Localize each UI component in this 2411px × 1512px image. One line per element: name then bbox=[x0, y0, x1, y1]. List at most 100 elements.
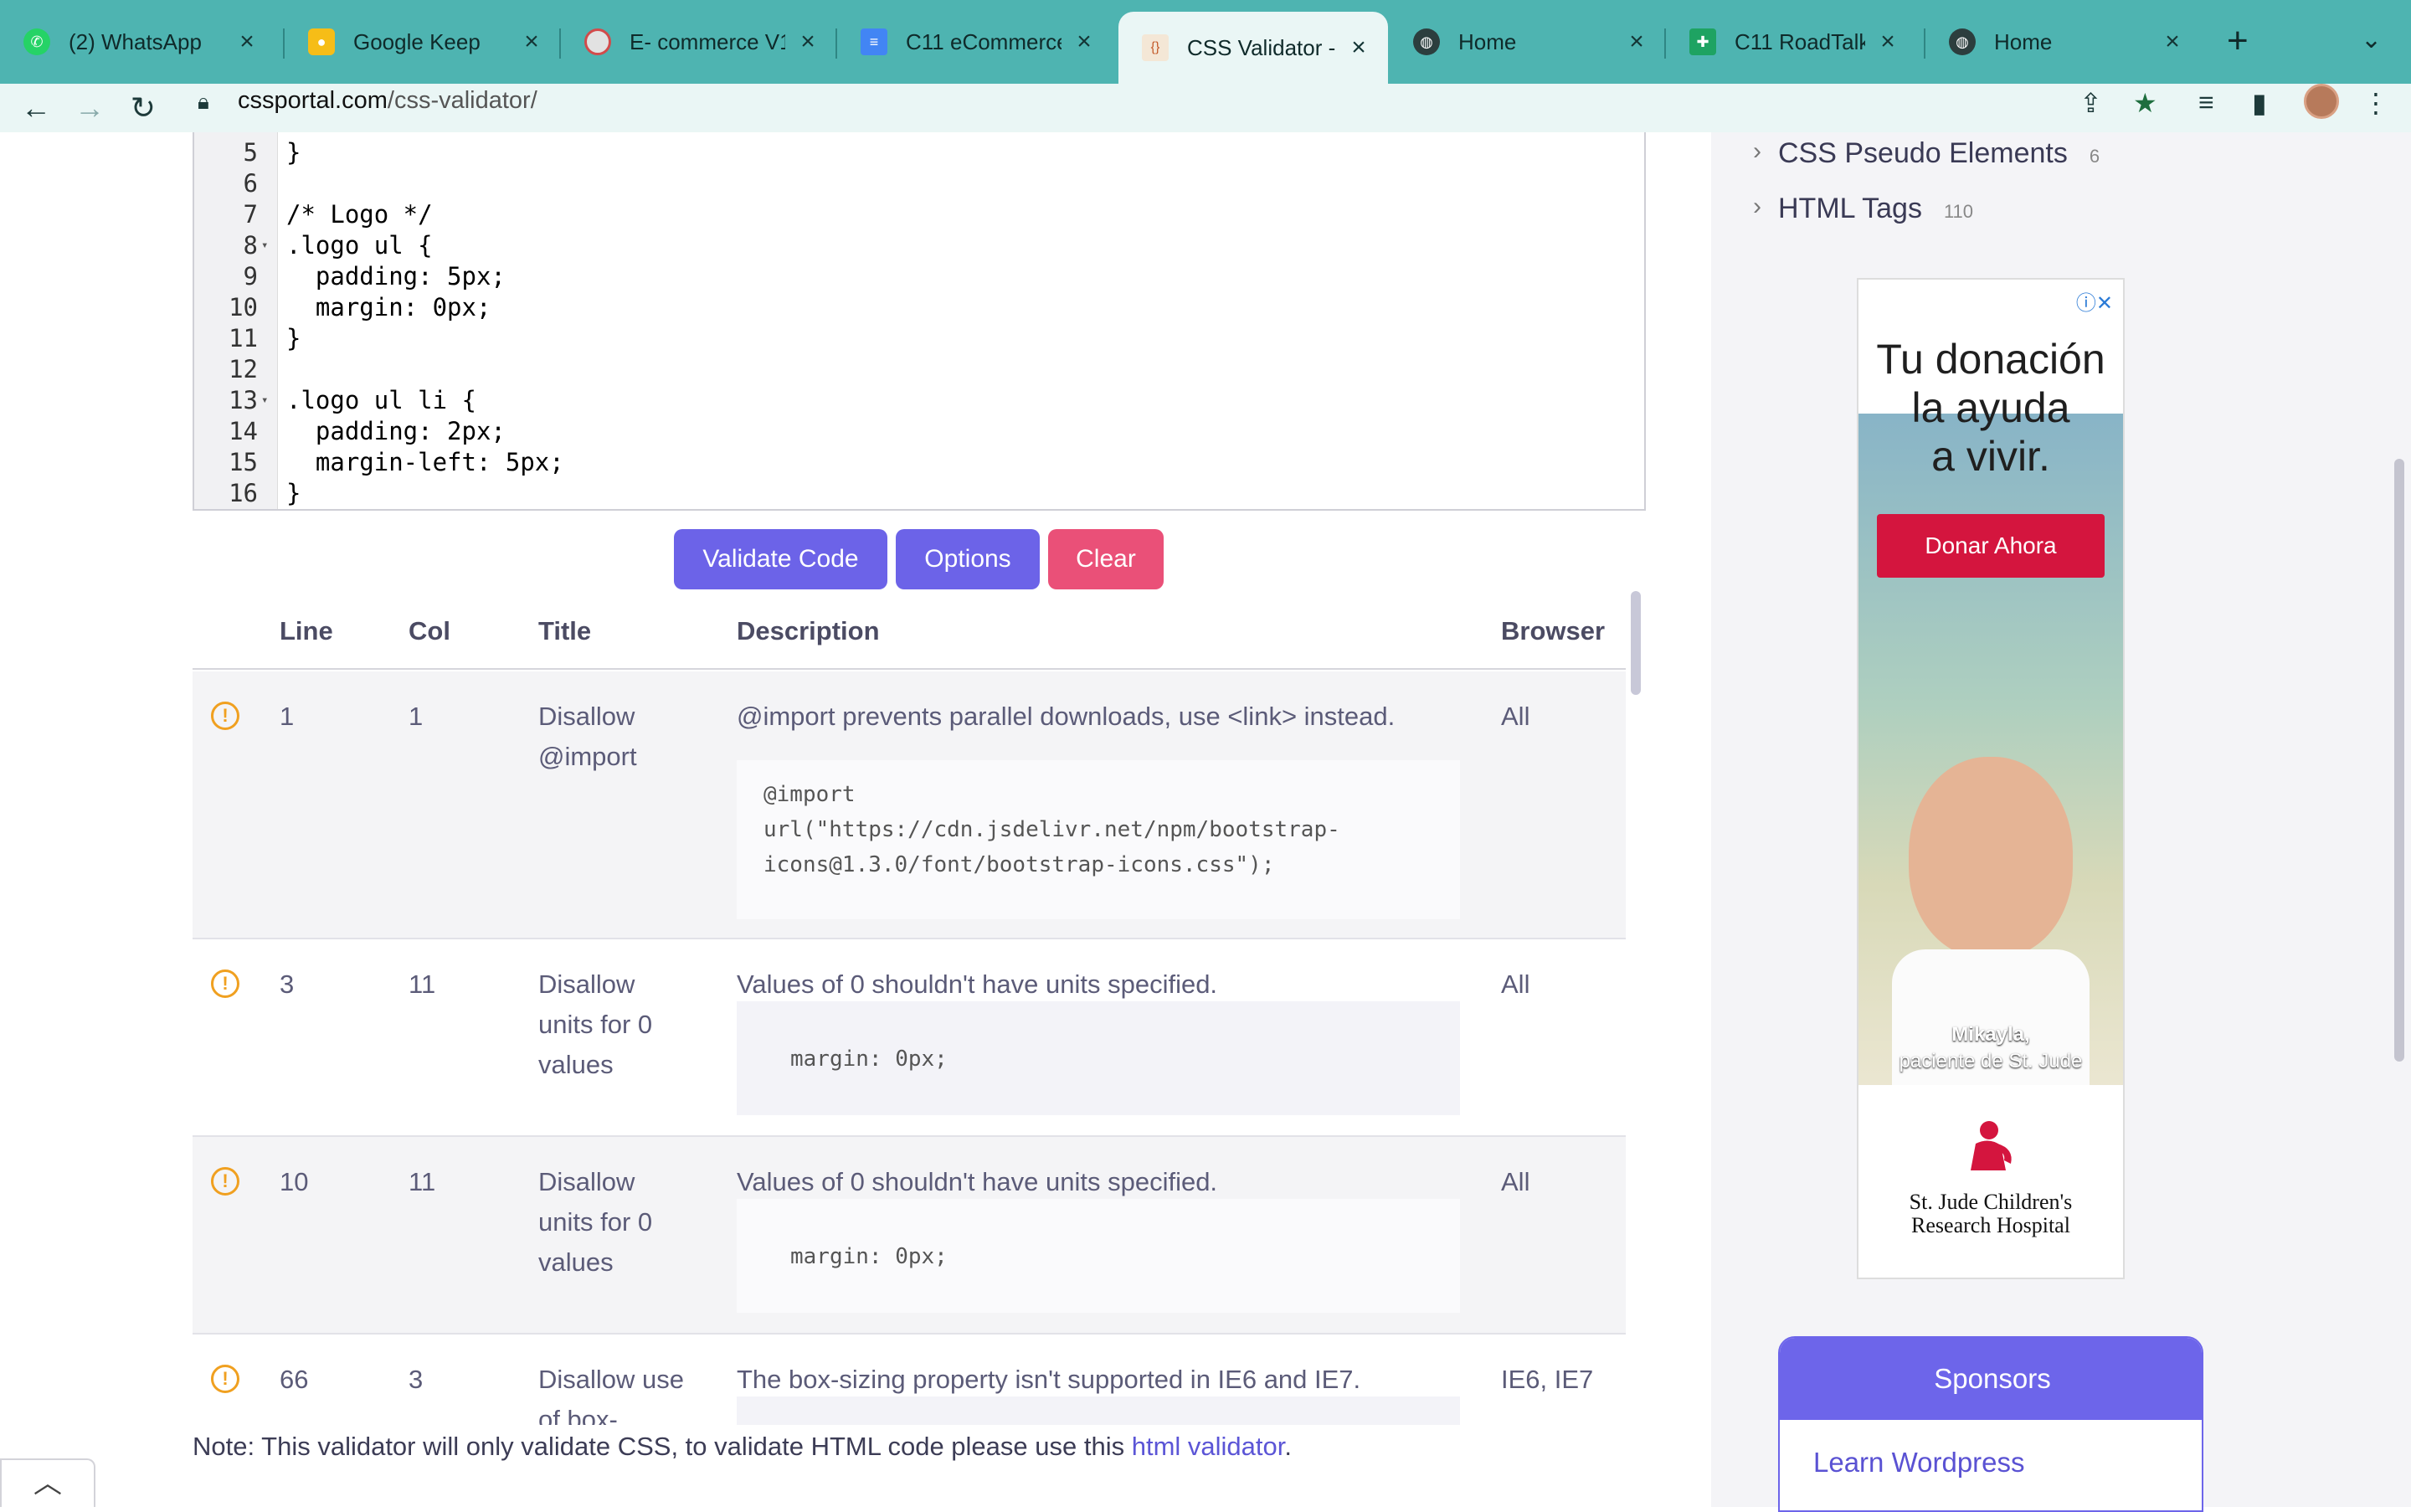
chevron-down-icon[interactable]: ⌄ bbox=[2361, 25, 2382, 54]
tab-label: C11 RoadTalks Sc bbox=[1735, 28, 1865, 54]
code-line: 8 ▾ .logo ul { bbox=[243, 230, 433, 261]
warning-icon: ! bbox=[211, 702, 239, 730]
back-icon[interactable]: ← bbox=[17, 89, 55, 127]
reload-icon[interactable]: ↻ bbox=[124, 89, 162, 127]
url-domain: cssportal.com bbox=[238, 87, 388, 114]
column-header-title[interactable]: Title bbox=[538, 616, 591, 646]
tab-label: (2) WhatsApp bbox=[69, 28, 202, 54]
column-header-browser[interactable]: Browser bbox=[1501, 616, 1605, 646]
code-line: 9 padding: 5px; bbox=[243, 262, 506, 291]
sidebar-item-label: CSS Pseudo Elements bbox=[1778, 137, 2068, 169]
tab-label: C11 eCommerce - bbox=[906, 28, 1062, 54]
whatsapp-icon: ✆ bbox=[23, 28, 50, 55]
row-description: The box-sizing property isn't supported … bbox=[737, 1365, 1361, 1394]
tab-ecommerce[interactable]: E- commerce V1 × bbox=[561, 12, 837, 72]
cssportal-icon: {} bbox=[1142, 34, 1169, 61]
st-jude-logo-icon bbox=[1971, 1121, 2012, 1170]
row-browser: All bbox=[1501, 1167, 1530, 1196]
code-line: 13 ▾ .logo ul li { bbox=[229, 385, 476, 416]
scroll-to-top-button[interactable]: ︿ bbox=[0, 1458, 95, 1507]
bookmark-star-icon[interactable]: ★ bbox=[2133, 87, 2157, 119]
code-line: 5} bbox=[243, 138, 301, 167]
options-button[interactable]: Options bbox=[896, 529, 1040, 589]
row-title: Disallow @import bbox=[538, 702, 637, 771]
row-browser: All bbox=[1501, 702, 1530, 731]
tab-label: E- commerce V1 bbox=[630, 28, 785, 54]
row-line: 1 bbox=[280, 702, 295, 731]
close-icon[interactable]: × bbox=[1624, 28, 1649, 56]
ad-organization: St. Jude Children's Research Hospital bbox=[1909, 1190, 2073, 1237]
close-icon[interactable]: × bbox=[1346, 33, 1371, 62]
code-line: 14 padding: 2px; bbox=[229, 417, 506, 445]
new-tab-icon[interactable]: + bbox=[2227, 20, 2249, 62]
tab-css-validator[interactable]: {} CSS Validator - C × bbox=[1118, 12, 1388, 84]
code-line: 7/* Logo */ bbox=[243, 200, 433, 229]
row-description: Values of 0 shouldn't have units specifi… bbox=[737, 1167, 1218, 1196]
warning-icon: ! bbox=[211, 969, 239, 998]
close-icon[interactable]: × bbox=[795, 28, 820, 56]
html-validator-link[interactable]: html validator bbox=[1132, 1432, 1285, 1461]
docs-icon: ≡ bbox=[861, 28, 887, 55]
learn-wordpress-link[interactable]: Learn Wordpress bbox=[1813, 1447, 2025, 1479]
row-col: 3 bbox=[409, 1365, 424, 1394]
page-scrollbar[interactable] bbox=[2394, 459, 2404, 1062]
row-col: 11 bbox=[409, 1167, 436, 1196]
tab-label: Home bbox=[1994, 28, 2053, 54]
validate-code-button[interactable]: Validate Code bbox=[674, 529, 887, 589]
row-title: Disallow units for 0 values bbox=[538, 1167, 653, 1277]
keep-icon: ● bbox=[308, 28, 335, 55]
tab-roadtalks[interactable]: ✚ C11 RoadTalks Sc × bbox=[1666, 12, 1917, 72]
close-icon[interactable]: × bbox=[1875, 28, 1900, 56]
avatar[interactable] bbox=[2304, 84, 2339, 119]
forward-icon[interactable]: → bbox=[70, 89, 109, 127]
close-icon[interactable]: × bbox=[519, 28, 544, 56]
sidebar-item-html-tags[interactable]: › HTML Tags 110 bbox=[1753, 193, 1973, 225]
ad-child-face bbox=[1909, 757, 2073, 958]
table-row: ! 66 3 Disallow use of box- The box-sizi… bbox=[193, 1335, 1626, 1425]
globe-icon: ◍ bbox=[1413, 28, 1440, 55]
donate-button[interactable]: Donar Ahora bbox=[1877, 514, 2105, 578]
sidebar-item-label: HTML Tags bbox=[1778, 193, 1922, 224]
close-icon[interactable]: × bbox=[234, 28, 260, 56]
share-icon[interactable]: ⇪ bbox=[2079, 87, 2102, 119]
sidebar-item-css-pseudo-elements[interactable]: › CSS Pseudo Elements 6 bbox=[1753, 137, 2100, 170]
tab-home-2[interactable]: ◍ Home × bbox=[1925, 12, 2202, 72]
url-path: /css-validator/ bbox=[387, 87, 537, 114]
tab-c11-ecommerce[interactable]: ≡ C11 eCommerce - × bbox=[837, 12, 1113, 72]
media-control-icon[interactable]: ≡ bbox=[2198, 87, 2214, 118]
column-header-col[interactable]: Col bbox=[409, 616, 450, 646]
tab-label: Home bbox=[1458, 28, 1517, 54]
note-text: Note: This validator will only validate … bbox=[193, 1432, 1132, 1461]
tab-label: CSS Validator - C bbox=[1187, 34, 1336, 60]
tab-label: Google Keep bbox=[353, 28, 481, 54]
results-scrollbar[interactable] bbox=[1631, 591, 1641, 695]
chevron-up-icon: ︿ bbox=[33, 1468, 62, 1499]
table-row: ! 10 11 Disallow units for 0 values Valu… bbox=[193, 1137, 1626, 1335]
side-panel-icon[interactable]: ▮ bbox=[2252, 87, 2267, 119]
clear-button[interactable]: Clear bbox=[1048, 529, 1164, 589]
donation-ad[interactable]: ⓘ✕ Tu donación la ayuda a vivir. Donar A… bbox=[1857, 278, 2125, 1279]
warning-icon: ! bbox=[211, 1167, 239, 1196]
fold-arrow-icon[interactable]: ▾ bbox=[261, 385, 268, 416]
row-description: Values of 0 shouldn't have units specifi… bbox=[737, 969, 1218, 999]
column-header-description[interactable]: Description bbox=[737, 616, 880, 646]
column-header-line[interactable]: Line bbox=[280, 616, 333, 646]
code-snippet: margin: 0px; bbox=[737, 1001, 1460, 1115]
tab-home-1[interactable]: ◍ Home × bbox=[1390, 12, 1666, 72]
tab-whatsapp[interactable]: ✆ (2) WhatsApp × bbox=[0, 12, 276, 72]
ad-info-icon[interactable]: ⓘ✕ bbox=[2076, 286, 2113, 316]
address-bar[interactable]: cssportal.com/css-validator/ bbox=[238, 87, 537, 115]
table-row: ! 1 1 Disallow @import @import prevents … bbox=[193, 671, 1626, 939]
tab-google-keep[interactable]: ● Google Keep × bbox=[285, 12, 561, 72]
more-menu-icon[interactable]: ⋮ bbox=[2362, 87, 2389, 119]
globe-icon: ◍ bbox=[1949, 28, 1976, 55]
close-icon[interactable]: × bbox=[2160, 28, 2185, 56]
row-line: 10 bbox=[280, 1167, 309, 1196]
css-code-editor[interactable]: 5} 6 7/* Logo */ 8 ▾ .logo ul { 9 padding:… bbox=[193, 132, 1646, 511]
chevron-right-icon: › bbox=[1753, 193, 1761, 220]
close-icon[interactable]: × bbox=[1072, 28, 1097, 56]
code-line: 11} bbox=[229, 324, 301, 352]
row-line: 3 bbox=[280, 969, 295, 999]
code-line: 16} bbox=[229, 479, 301, 507]
fold-arrow-icon[interactable]: ▾ bbox=[261, 230, 268, 261]
